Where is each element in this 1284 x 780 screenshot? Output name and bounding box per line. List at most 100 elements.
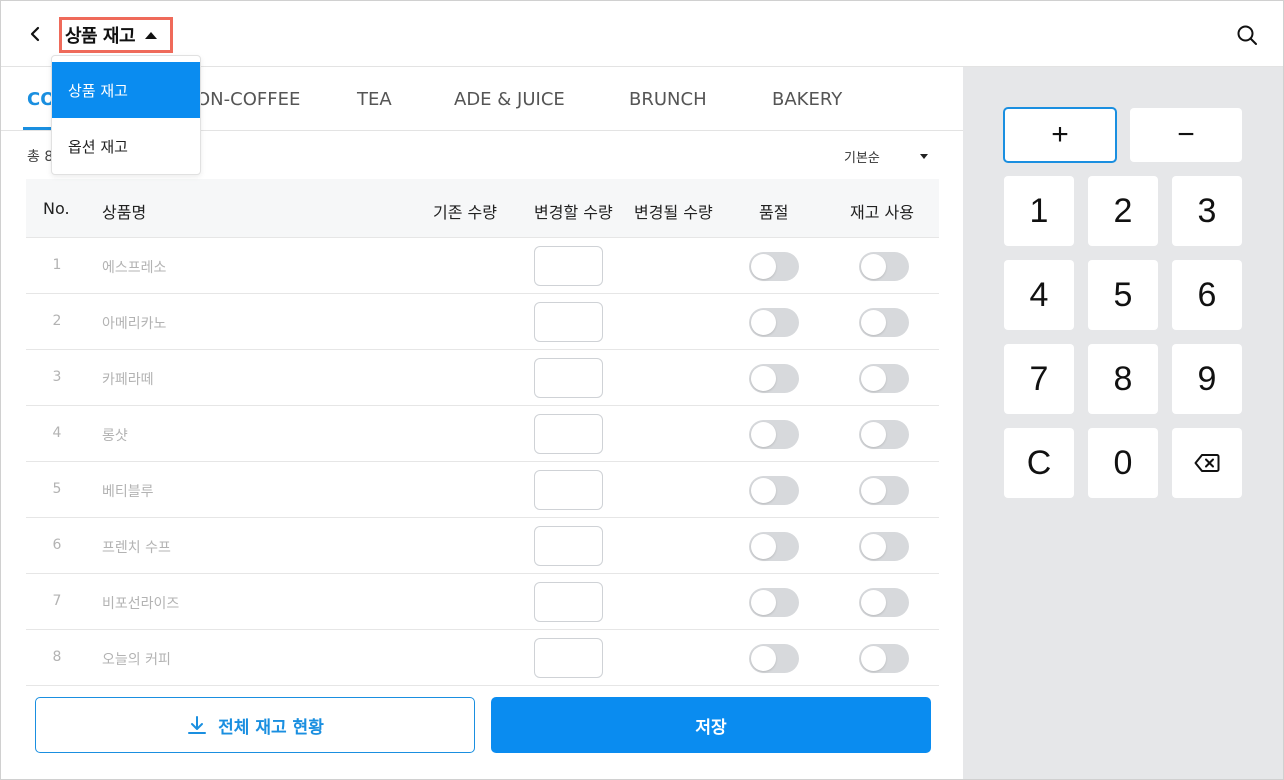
- table-row: 2 아메리카노: [26, 294, 939, 350]
- soldout-toggle[interactable]: [749, 532, 799, 561]
- sort-select[interactable]: 기본순: [844, 146, 928, 166]
- toggle-knob: [751, 422, 776, 447]
- toggle-knob: [861, 366, 886, 391]
- toggle-knob: [861, 310, 886, 335]
- table-row: 3 카페라떼: [26, 350, 939, 406]
- export-button-label: 전체 재고 현황: [218, 717, 324, 738]
- soldout-toggle[interactable]: [749, 588, 799, 617]
- soldout-toggle[interactable]: [749, 476, 799, 505]
- keypad-2[interactable]: 2: [1088, 176, 1158, 246]
- row-number: 3: [52, 369, 62, 385]
- toggle-knob: [751, 646, 776, 671]
- keypad-4[interactable]: 4: [1004, 260, 1074, 330]
- table-row: 7 비포선라이즈: [26, 574, 939, 630]
- tab-ade-juice[interactable]: ADE & JUICE: [454, 89, 565, 110]
- stock-use-toggle[interactable]: [859, 364, 909, 393]
- keypad-plus-button[interactable]: +: [1003, 107, 1117, 163]
- keypad-5[interactable]: 5: [1088, 260, 1158, 330]
- row-number: 7: [52, 593, 62, 609]
- toggle-knob: [751, 310, 776, 335]
- toggle-knob: [751, 590, 776, 615]
- app-window: 상품 재고 CO ON-COFFEE TEA ADE & JUICE BRUNC…: [0, 0, 1284, 780]
- save-button-label: 저장: [695, 717, 727, 738]
- change-qty-input[interactable]: [534, 414, 603, 454]
- dropdown-item-option-stock[interactable]: 옵션 재고: [52, 118, 200, 174]
- change-qty-input[interactable]: [534, 302, 603, 342]
- soldout-toggle[interactable]: [749, 308, 799, 337]
- soldout-toggle[interactable]: [749, 364, 799, 393]
- product-name: 비포선라이즈: [102, 596, 180, 612]
- keypad-6[interactable]: 6: [1172, 260, 1242, 330]
- soldout-toggle[interactable]: [749, 420, 799, 449]
- stock-use-toggle[interactable]: [859, 476, 909, 505]
- toggle-knob: [751, 534, 776, 559]
- row-number: 4: [52, 425, 62, 441]
- keypad-panel: + − 1 2 3 4 5 6 7 8 9 C 0: [963, 67, 1283, 779]
- table-row: 5 베티블루: [26, 462, 939, 518]
- save-button[interactable]: 저장: [491, 697, 931, 753]
- change-qty-input[interactable]: [534, 246, 603, 286]
- tab-bakery[interactable]: BAKERY: [772, 89, 842, 110]
- header-new-qty: 변경될 수량: [634, 203, 713, 222]
- stock-use-toggle[interactable]: [859, 588, 909, 617]
- inventory-type-selector[interactable]: 상품 재고: [59, 17, 173, 53]
- inventory-type-dropdown: 상품 재고 옵션 재고: [51, 55, 201, 175]
- total-count: 총 8: [27, 149, 54, 165]
- soldout-toggle[interactable]: [749, 644, 799, 673]
- keypad-minus-button[interactable]: −: [1130, 108, 1242, 162]
- stock-use-toggle[interactable]: [859, 252, 909, 281]
- product-name: 아메리카노: [102, 316, 167, 332]
- header-current-qty: 기존 수량: [433, 203, 497, 222]
- row-number: 2: [52, 313, 62, 329]
- dropdown-item-product-stock[interactable]: 상품 재고: [52, 62, 200, 118]
- tab-tea[interactable]: TEA: [357, 89, 392, 110]
- toggle-knob: [861, 590, 886, 615]
- toggle-knob: [861, 478, 886, 503]
- stock-use-toggle[interactable]: [859, 308, 909, 337]
- change-qty-input[interactable]: [534, 470, 603, 510]
- change-qty-input[interactable]: [534, 582, 603, 622]
- soldout-toggle[interactable]: [749, 252, 799, 281]
- toggle-knob: [861, 646, 886, 671]
- change-qty-input[interactable]: [534, 358, 603, 398]
- keypad-1[interactable]: 1: [1004, 176, 1074, 246]
- search-button[interactable]: [1235, 23, 1259, 47]
- stock-use-toggle[interactable]: [859, 644, 909, 673]
- toggle-knob: [751, 478, 776, 503]
- keypad-3[interactable]: 3: [1172, 176, 1242, 246]
- row-number: 1: [52, 257, 62, 273]
- page-title: 상품 재고: [65, 26, 136, 47]
- product-name: 카페라떼: [102, 372, 154, 388]
- row-number: 8: [52, 649, 62, 665]
- tab-non-coffee[interactable]: ON-COFFEE: [196, 89, 300, 110]
- keypad-8[interactable]: 8: [1088, 344, 1158, 414]
- table-header: No. 상품명 기존 수량 변경할 수량 변경될 수량 품절 재고 사용: [26, 179, 939, 238]
- keypad-9[interactable]: 9: [1172, 344, 1242, 414]
- toggle-knob: [861, 422, 886, 447]
- caret-up-icon: [145, 31, 158, 39]
- sort-label: 기본순: [844, 150, 880, 166]
- table-row: 6 프렌치 수프: [26, 518, 939, 574]
- stock-use-toggle[interactable]: [859, 532, 909, 561]
- change-qty-input[interactable]: [534, 526, 603, 566]
- product-name: 에스프레소: [102, 260, 167, 276]
- table-row: 8 오늘의 커피: [26, 630, 939, 686]
- backspace-icon: [1194, 454, 1220, 472]
- back-button[interactable]: [23, 21, 47, 47]
- chevron-left-icon: [30, 26, 40, 42]
- header-name: 상품명: [102, 203, 147, 222]
- tab-brunch[interactable]: BRUNCH: [629, 89, 707, 110]
- toggle-knob: [751, 366, 776, 391]
- table-row: 1 에스프레소: [26, 238, 939, 294]
- stock-use-toggle[interactable]: [859, 420, 909, 449]
- search-icon: [1237, 25, 1257, 45]
- keypad-7[interactable]: 7: [1004, 344, 1074, 414]
- product-name: 베티블루: [102, 484, 154, 500]
- keypad-0[interactable]: 0: [1088, 428, 1158, 498]
- toggle-knob: [861, 534, 886, 559]
- header-no: No.: [43, 199, 70, 218]
- keypad-clear[interactable]: C: [1004, 428, 1074, 498]
- export-all-stock-button[interactable]: 전체 재고 현황: [35, 697, 475, 753]
- keypad-backspace[interactable]: [1172, 428, 1242, 498]
- change-qty-input[interactable]: [534, 638, 603, 678]
